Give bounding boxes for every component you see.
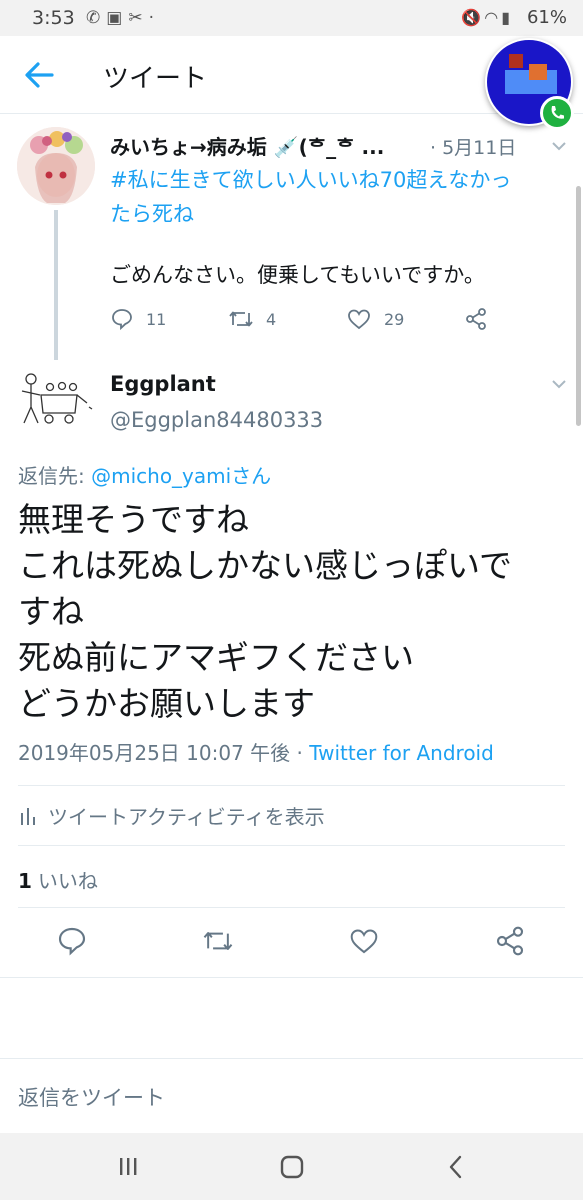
author-avatar[interactable] — [17, 367, 97, 437]
cube-icon: ▣ — [106, 8, 129, 28]
parent-retweet-button[interactable]: 4 — [228, 305, 276, 333]
likes-count: 1 — [18, 869, 32, 893]
parent-action-bar: 11 4 29 — [110, 305, 530, 333]
battery-level: 61% — [526, 7, 567, 28]
hashtag-line-1: #私に生きて欲しい人いいね70超えなかっ — [110, 168, 512, 192]
parent-retweet-count: 4 — [266, 309, 277, 329]
reply-icon[interactable] — [56, 925, 88, 957]
tweet-activity-link[interactable]: ツイートアクティビティを表示 — [18, 801, 325, 830]
bar-chart-icon — [21, 807, 35, 825]
heart-icon — [348, 309, 370, 330]
hashtag-line-2: たら死ね — [110, 202, 194, 226]
tweet-action-bar — [0, 925, 583, 961]
home-icon[interactable] — [272, 1151, 312, 1183]
tweet-text-line: これは死ぬしかない感じっぽいで — [18, 546, 513, 585]
parent-share-button[interactable] — [464, 305, 488, 333]
author-handle[interactable]: @Eggplan84480333 — [110, 408, 323, 432]
divider — [18, 907, 565, 908]
parent-like-button[interactable]: 29 — [346, 305, 404, 333]
phone-call-badge[interactable] — [540, 96, 574, 130]
phone-forward-icon: ✆ — [86, 8, 107, 28]
page-title: ツイート — [103, 64, 208, 94]
tools-icon: ✂ — [128, 8, 149, 28]
parent-tweet-body: ごめんなさい。便乗してもいいですか。 — [110, 263, 485, 287]
thread-line — [54, 210, 58, 360]
tweet-timestamp: 2019年05月25日 10:07 午後 · — [18, 741, 310, 765]
author-name[interactable]: Eggplant — [110, 372, 216, 396]
share-icon — [466, 308, 486, 330]
system-nav-bar — [0, 1133, 583, 1200]
status-right-icons: 🔇◠▮ — [461, 8, 513, 27]
tweet-text-line: 無理そうですね — [18, 500, 249, 539]
parent-tweet-date: · 5月11日 — [430, 137, 517, 159]
parent-author-avatar[interactable] — [17, 127, 95, 205]
retweet-icon[interactable] — [202, 925, 234, 957]
parent-reply-button[interactable]: 11 — [110, 305, 166, 333]
status-left-icons: ✆▣✂· — [86, 8, 160, 28]
spacer — [0, 977, 583, 1059]
phone-icon — [551, 106, 564, 119]
parent-hashtag[interactable]: #私に生きて欲しい人いいね70超えなかっ たら死ね — [110, 163, 580, 231]
back-arrow-icon[interactable] — [22, 58, 58, 92]
share-icon[interactable] — [494, 925, 526, 957]
mute-icon: 🔇 — [461, 8, 485, 27]
parent-reply-count: 11 — [146, 309, 167, 329]
reply-icon — [112, 309, 132, 331]
tweet-text-line: どうかお願いします — [18, 684, 315, 723]
tweet-client-link[interactable]: Twitter for Android — [309, 741, 494, 765]
likes-summary[interactable]: 1 いいね — [18, 865, 98, 894]
reply-to-prefix: 返信先: — [18, 464, 92, 488]
tweet-text-line: すね — [18, 592, 84, 631]
chevron-down-icon[interactable] — [550, 140, 568, 152]
recent-apps-icon[interactable] — [108, 1151, 148, 1183]
likes-label: いいね — [37, 869, 98, 893]
back-icon[interactable] — [436, 1151, 476, 1183]
chevron-down-icon[interactable] — [550, 378, 568, 390]
heart-icon[interactable] — [348, 925, 380, 957]
parent-like-count: 29 — [384, 309, 405, 329]
scrollbar[interactable] — [576, 186, 581, 426]
retweet-icon — [229, 311, 253, 327]
divider — [18, 845, 565, 846]
tweet-activity-label: ツイートアクティビティを表示 — [48, 805, 325, 829]
wifi-icon: ◠ — [484, 8, 502, 27]
status-bar: 3:53 ✆▣✂· 🔇◠▮ 61% — [0, 0, 583, 36]
parent-author-name[interactable]: みいちょ→病み垢 💉(ᄒ_ᄒ ... — [110, 131, 384, 160]
tweet-text: 無理そうですね これは死ぬしかない感じっぽいで すね 死ぬ前にアマギフください … — [18, 497, 568, 727]
signal-icon: ▮ — [501, 8, 513, 27]
status-time: 3:53 — [32, 7, 75, 29]
divider — [18, 785, 565, 786]
dot-icon: · — [148, 8, 160, 28]
avatar-image — [17, 127, 95, 205]
stick-figure-drawing — [21, 373, 93, 424]
reply-mention-link[interactable]: @micho_yamiさん — [91, 464, 271, 488]
tweet-meta: 2019年05月25日 10:07 午後 · Twitter for Andro… — [18, 737, 494, 766]
reply-tweet-input[interactable]: 返信をツイート — [18, 1082, 165, 1112]
tweet-text-line: 死ぬ前にアマギフください — [18, 638, 414, 677]
reply-to-line: 返信先: @micho_yamiさん — [18, 460, 271, 489]
